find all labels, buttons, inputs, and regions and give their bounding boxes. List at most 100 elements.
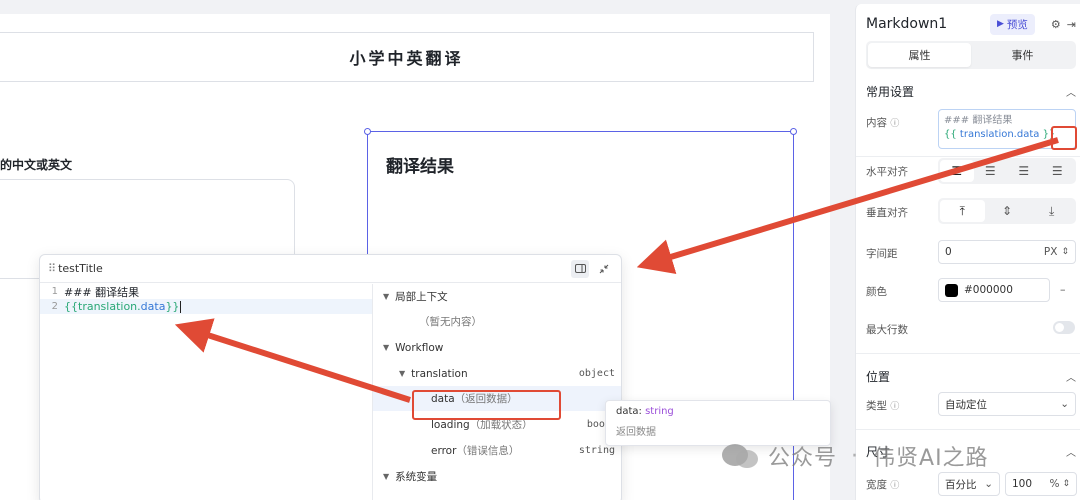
preview-button[interactable]: ▶ 预览 xyxy=(989,13,1035,35)
v-align-label: 垂直对齐 xyxy=(866,207,908,219)
tree-group-system-vars[interactable]: ▼ 系统变量 xyxy=(373,464,621,489)
app-title[interactable]: 小学中英翻译 xyxy=(0,32,814,82)
content-var: translation.data xyxy=(959,129,1040,140)
settings-icon[interactable]: ⚙ xyxy=(1051,18,1061,31)
caret-down-icon: ▼ xyxy=(383,343,390,352)
tree-label: loading xyxy=(431,418,470,431)
tooltip-name: data: xyxy=(616,406,646,417)
letter-spacing-value: 0 xyxy=(945,246,952,258)
section-position[interactable]: 位置 ︿ xyxy=(866,368,1076,385)
annotation-highlight-box xyxy=(412,390,561,420)
divider xyxy=(856,429,1080,430)
tab-properties[interactable]: 属性 xyxy=(868,43,971,67)
width-value-input[interactable]: 100 % ⇕ xyxy=(1005,472,1077,496)
watermark-account: 公众号 xyxy=(768,446,838,471)
section-title: 常用设置 xyxy=(866,85,915,99)
chevron-up-icon[interactable]: ︿ xyxy=(1066,84,1076,99)
chevron-down-icon: ⌄ xyxy=(984,478,993,490)
resize-handle-top-right[interactable] xyxy=(790,128,797,135)
tree-group-local-context[interactable]: ▼ 局部上下文 xyxy=(373,284,621,309)
text-cursor xyxy=(180,300,182,313)
stepper-icon[interactable]: ⇕ xyxy=(1062,479,1070,489)
section-common-settings[interactable]: 常用设置 ︿ xyxy=(866,83,1076,100)
align-top-icon[interactable]: ⤒ xyxy=(940,200,985,222)
properties-panel: Markdown1 ▶ 预览 ⚙ ⇥ 属性 事件 常用设置 ︿ 内容 ⓘ ###… xyxy=(855,4,1080,500)
chevron-up-icon[interactable]: ︿ xyxy=(1066,369,1076,384)
tree-desc: （错误信息） xyxy=(456,445,520,457)
color-value: #000000 xyxy=(964,284,1013,296)
component-name[interactable]: Markdown1 xyxy=(866,16,990,32)
tree-label: 局部上下文 xyxy=(395,291,448,303)
max-lines-toggle[interactable] xyxy=(1053,321,1075,334)
tree-type: string xyxy=(578,445,615,456)
color-label: 颜色 xyxy=(866,286,887,298)
align-justify-icon[interactable]: ☰ xyxy=(1041,160,1075,182)
line-number: 2 xyxy=(51,301,58,312)
input-label: 的中文或英文 xyxy=(0,158,73,172)
code-brace-open: {{ xyxy=(64,300,78,313)
code-var-prop: data xyxy=(140,300,166,313)
code-line[interactable]: 1 ### 翻译结果 xyxy=(40,284,372,299)
tree-empty-text: （暂无内容） xyxy=(419,316,482,328)
width-label-text: 宽度 xyxy=(866,479,887,491)
position-type-select[interactable]: 自动定位 ⌄ xyxy=(938,392,1076,416)
preview-label: 预览 xyxy=(1006,18,1028,31)
line-number: 1 xyxy=(51,286,58,297)
drag-handle-icon[interactable]: ⠿ xyxy=(48,262,56,275)
markdown-heading: 翻译结果 xyxy=(386,157,454,177)
chevron-up-icon[interactable]: ︿ xyxy=(1066,444,1076,459)
caret-down-icon: ▼ xyxy=(399,369,406,378)
position-type-value: 自动定位 xyxy=(945,398,987,411)
caret-down-icon: ▼ xyxy=(383,472,390,481)
content-label-text: 内容 xyxy=(866,117,887,129)
code-editor[interactable]: 1 ### 翻译结果 2 {{ translation. data }} xyxy=(40,284,373,500)
type-label-text: 类型 xyxy=(866,400,887,412)
editor-header: ⠿ testTitle xyxy=(40,255,621,283)
content-brace-open: {{ xyxy=(944,129,960,140)
align-right-icon[interactable]: ☰ xyxy=(1007,160,1041,182)
tree-item-translation[interactable]: ▼ translation object xyxy=(373,361,621,386)
tab-events[interactable]: 事件 xyxy=(971,43,1074,67)
resize-handle-top-left[interactable] xyxy=(364,128,371,135)
tree-label: Workflow xyxy=(395,341,444,354)
watermark-author: 伟贤AI之路 xyxy=(873,446,989,471)
width-mode-select[interactable]: 百分比 ⌄ xyxy=(938,472,1000,496)
letter-spacing-input[interactable]: 0 PX ⇕ xyxy=(938,240,1076,264)
collapse-icon[interactable] xyxy=(595,260,613,278)
section-title: 位置 xyxy=(866,370,891,384)
code-var-object: translation. xyxy=(78,300,141,313)
stepper-icon[interactable]: ⇕ xyxy=(1061,247,1069,257)
color-swatch[interactable] xyxy=(945,283,958,297)
info-icon[interactable]: ⓘ xyxy=(890,481,899,491)
letter-spacing-unit: PX xyxy=(1043,246,1058,258)
width-value: 100 xyxy=(1012,478,1033,490)
align-bottom-icon[interactable]: ⤓ xyxy=(1029,200,1074,222)
toggle-panel-icon[interactable] xyxy=(571,259,589,278)
code-text: ### 翻译结果 xyxy=(64,285,140,299)
h-align-label: 水平对齐 xyxy=(866,166,908,178)
panel-header: Markdown1 ▶ 预览 ⚙ ⇥ xyxy=(866,13,1076,35)
collapse-panel-icon[interactable]: ⇥ xyxy=(1067,18,1076,31)
watermark-separator: · xyxy=(851,443,860,469)
letter-spacing-label: 字间距 xyxy=(866,248,898,260)
tree-group-workflow[interactable]: ▼ Workflow xyxy=(373,335,621,360)
panel-tabs: 属性 事件 xyxy=(866,41,1076,69)
expression-editor-popup[interactable]: ⠿ testTitle 1 ### 翻译结果 2 {{ translation.… xyxy=(39,254,622,500)
color-input[interactable]: #000000 xyxy=(938,278,1050,302)
caret-down-icon: ▼ xyxy=(383,292,390,301)
width-label: 宽度 ⓘ xyxy=(866,477,899,492)
info-icon[interactable]: ⓘ xyxy=(890,402,899,412)
annotation-highlight-box xyxy=(1051,126,1077,150)
tree-item-error[interactable]: error （错误信息） string xyxy=(373,438,621,463)
align-left-icon[interactable]: ☰ xyxy=(940,160,974,182)
divider xyxy=(856,353,1080,354)
type-label: 类型 ⓘ xyxy=(866,398,899,413)
code-line-current[interactable]: 2 {{ translation. data }} xyxy=(40,299,372,314)
h-align-segmented: ☰ ☰ ☰ ☰ xyxy=(938,158,1076,184)
align-middle-icon[interactable]: ⇕ xyxy=(985,200,1030,222)
minus-icon[interactable]: – xyxy=(1060,283,1066,296)
tree-label: error xyxy=(431,444,457,457)
info-icon[interactable]: ⓘ xyxy=(890,119,899,129)
align-center-icon[interactable]: ☰ xyxy=(974,160,1008,182)
tree-type: object xyxy=(578,368,615,379)
